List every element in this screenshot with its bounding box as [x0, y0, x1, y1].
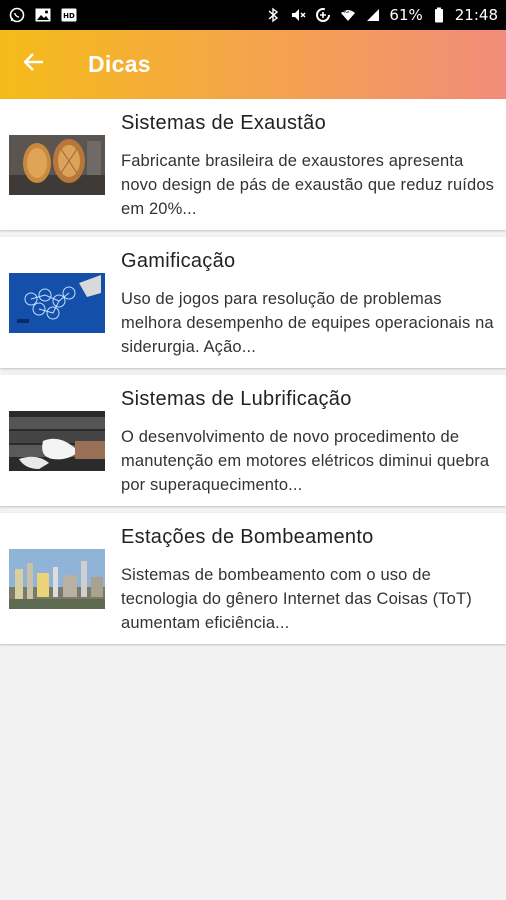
network-hexagon-photo [9, 272, 105, 333]
list-item-exaustao[interactable]: Sistemas de Exaustão Fabricante brasilei… [0, 99, 506, 230]
svg-text:HD: HD [63, 12, 75, 20]
wifi-icon: 4G [339, 6, 357, 24]
industrial-plant-photo [9, 548, 105, 609]
svg-text:4G: 4G [342, 9, 349, 15]
item-description: Uso de jogos para resolução de problemas… [121, 290, 494, 356]
signal-icon [364, 6, 382, 24]
data-saver-icon [314, 6, 332, 24]
gloved-hand-pipes-photo [9, 410, 105, 471]
app-bar: Dicas [0, 30, 506, 99]
status-time: 21:48 [454, 6, 498, 24]
hd-icon: HD [60, 6, 78, 24]
list-item-gamificacao[interactable]: Gamificação Uso de jogos para resolução … [0, 237, 506, 368]
bluetooth-icon [264, 6, 282, 24]
page-title: Dicas [88, 51, 151, 77]
item-description: O desenvolvimento de novo procedimento d… [121, 428, 490, 494]
list-item-lubrificacao[interactable]: Sistemas de Lubrificação O desenvolvimen… [0, 375, 506, 506]
item-title: Gamificação [121, 250, 236, 272]
back-button[interactable] [14, 45, 54, 85]
tips-list: Sistemas de Exaustão Fabricante brasilei… [0, 99, 506, 651]
item-title: Estações de Bombeamento [121, 526, 374, 548]
item-description: Fabricante brasileira de exaustores apre… [121, 152, 495, 218]
arrow-left-icon [23, 52, 45, 77]
list-item-bombeamento[interactable]: Estações de Bombeamento Sistemas de bomb… [0, 513, 506, 644]
mute-icon [289, 6, 307, 24]
item-title: Sistemas de Lubrificação [121, 388, 352, 410]
image-icon [34, 6, 52, 24]
status-bar: HD 4G 61% 21:48 [0, 0, 506, 30]
item-description: Sistemas de bombeamento com o uso de tec… [121, 566, 472, 632]
battery-icon [430, 6, 448, 24]
exhaust-fans-photo [9, 134, 105, 195]
item-title: Sistemas de Exaustão [121, 112, 326, 134]
whatsapp-icon [8, 6, 26, 24]
battery-percent: 61% [389, 6, 423, 24]
